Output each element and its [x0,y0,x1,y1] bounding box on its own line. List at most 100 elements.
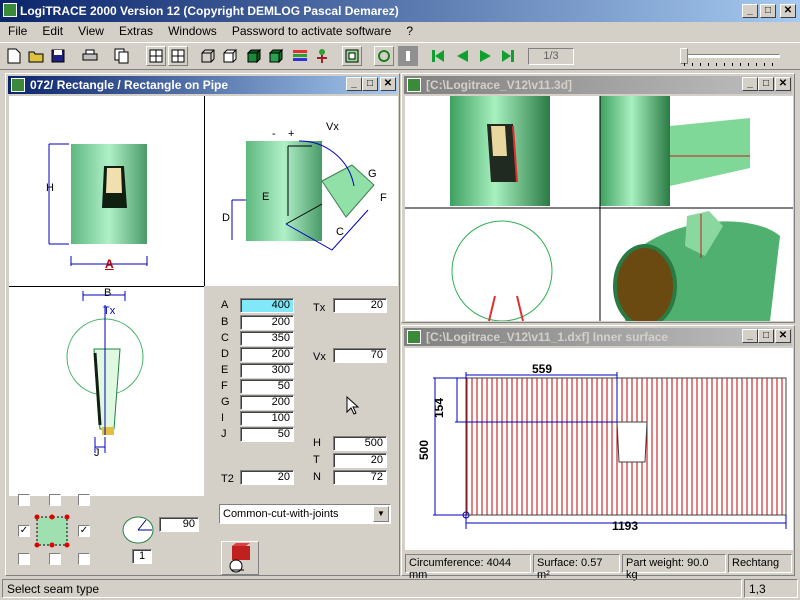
page-indicator[interactable]: 1/3 [528,48,574,65]
dxf-canvas [405,348,793,550]
n-field[interactable]: 72 [333,470,387,485]
circle-icon[interactable] [374,46,394,66]
view3d-title: [C:\Logitrace_V12\v11.3d] [426,78,573,92]
next-icon[interactable] [476,46,496,66]
dim-label-j: J [94,447,100,459]
param-label-f: F [221,380,228,392]
print-icon[interactable] [80,46,100,66]
grid-icon[interactable] [168,46,188,66]
param-label-b: B [221,316,229,328]
left-close-button[interactable]: ✕ [380,77,396,91]
frame-icon[interactable] [342,46,362,66]
left-min-button[interactable]: _ [346,77,362,91]
view3d-max-button[interactable]: □ [758,77,774,91]
menu-file[interactable]: File [2,22,33,40]
count-field[interactable]: 1 [132,549,152,564]
close-button[interactable]: ✕ [780,4,796,18]
minimize-button[interactable]: _ [742,4,758,18]
open-icon[interactable] [26,46,46,66]
dim-label-minus: - [272,128,276,140]
seam-checkbox-bottom-mid[interactable] [49,553,61,565]
t2-label: T2 [221,473,234,485]
info-icon[interactable] [398,46,418,66]
chevron-down-icon[interactable]: ▼ [373,506,389,522]
layout-icon[interactable] [146,46,166,66]
param-b-field[interactable]: 200 [240,315,294,330]
angle-field[interactable]: 90 [159,517,199,532]
tx-field[interactable]: 20 [333,298,387,313]
param-label-i: I [221,412,225,424]
seam-checkbox-bottom-right[interactable] [78,553,90,565]
menu-bar: File Edit View Extras Windows Password t… [2,22,798,42]
dim-label-vx: Vx [326,121,339,133]
color-icon[interactable] [290,46,310,66]
zoom-slider[interactable] [680,46,784,66]
dxf-dim-559: 559 [532,362,553,376]
wireframe-icon[interactable] [198,46,218,66]
new-icon[interactable] [4,46,24,66]
app-logo-icon [3,3,17,17]
apply-seam-button[interactable] [221,541,259,575]
param-f-field[interactable]: 50 [240,379,294,394]
menu-view[interactable]: View [72,22,110,40]
slider-thumb[interactable] [680,48,688,64]
mouse-cursor-icon [346,396,360,415]
param-d-field[interactable]: 200 [240,347,294,362]
seam-checkbox-left[interactable]: ✓ [18,525,30,537]
prev-icon[interactable] [452,46,472,66]
seam-rectangle-icon[interactable] [34,514,70,548]
param-a-field[interactable]: 400 [240,298,294,313]
t2-field[interactable]: 20 [240,470,294,485]
param-i-field[interactable]: 100 [240,411,294,426]
dxf-max-button[interactable]: □ [758,329,774,343]
view3d-close-button[interactable]: ✕ [775,77,791,91]
maximize-button[interactable]: □ [760,4,776,18]
box-icon[interactable] [220,46,240,66]
left-window: 072/ Rectangle / Rectangle on Pipe _ □ ✕… [5,73,400,576]
dxf-titlebar: [C:\Logitrace_V12\v11_1.dxf] Inner surfa… [404,328,792,346]
tx-label: Tx [313,302,326,314]
copy-icon[interactable] [112,46,132,66]
param-c-field[interactable]: 350 [240,331,294,346]
param-g-field[interactable]: 200 [240,395,294,410]
dxf-min-button[interactable]: _ [742,329,758,343]
app-title: LogiTRACE 2000 Version 12 (Copyright DEM… [20,4,399,18]
t-label: T [313,454,320,466]
dim-label-plus: + [288,128,295,140]
param-label-e: E [221,364,229,376]
status-code: 1,3 [744,579,798,598]
dxf-close-button[interactable]: ✕ [775,329,791,343]
top-view-drawing [66,291,144,453]
dim-label-h: H [46,182,54,194]
vx-field[interactable]: 70 [333,348,387,363]
tree-icon[interactable] [312,46,332,66]
dxf-status-surface: Surface: 0.57 m² [533,554,620,581]
view3d-min-button[interactable]: _ [742,77,758,91]
window-icon [407,78,421,92]
view3d-titlebar: [C:\Logitrace_V12\v11.3d] _ □ ✕ [404,76,792,94]
menu-edit[interactable]: Edit [36,22,69,40]
solid-icon[interactable] [244,46,264,66]
menu-extras[interactable]: Extras [113,22,159,40]
seam-checkbox-top-mid[interactable] [49,494,61,506]
last-icon[interactable] [498,46,518,66]
save-icon[interactable] [48,46,68,66]
dxf-dim-154: 154 [432,397,446,418]
menu-help[interactable]: ? [400,22,419,40]
param-j-field[interactable]: 50 [240,427,294,442]
seam-checkbox-bottom-left[interactable] [18,553,30,565]
dxf-status-weight: Part weight: 90.0 kg [622,554,726,581]
t-field[interactable]: 20 [333,453,387,468]
seam-type-select[interactable]: Common-cut-with-joints ▼ [219,504,391,524]
param-e-field[interactable]: 300 [240,363,294,378]
menu-password[interactable]: Password to activate software [226,22,397,40]
first-icon[interactable] [428,46,448,66]
seam-checkbox-top-left[interactable] [18,494,30,506]
seam-checkbox-right[interactable]: ✓ [78,525,90,537]
left-window-titlebar: 072/ Rectangle / Rectangle on Pipe _ □ ✕ [8,76,397,94]
shaded-icon[interactable] [266,46,286,66]
h-field[interactable]: 500 [333,436,387,451]
menu-windows[interactable]: Windows [162,22,223,40]
left-max-button[interactable]: □ [362,77,378,91]
seam-checkbox-top-right[interactable] [78,494,90,506]
